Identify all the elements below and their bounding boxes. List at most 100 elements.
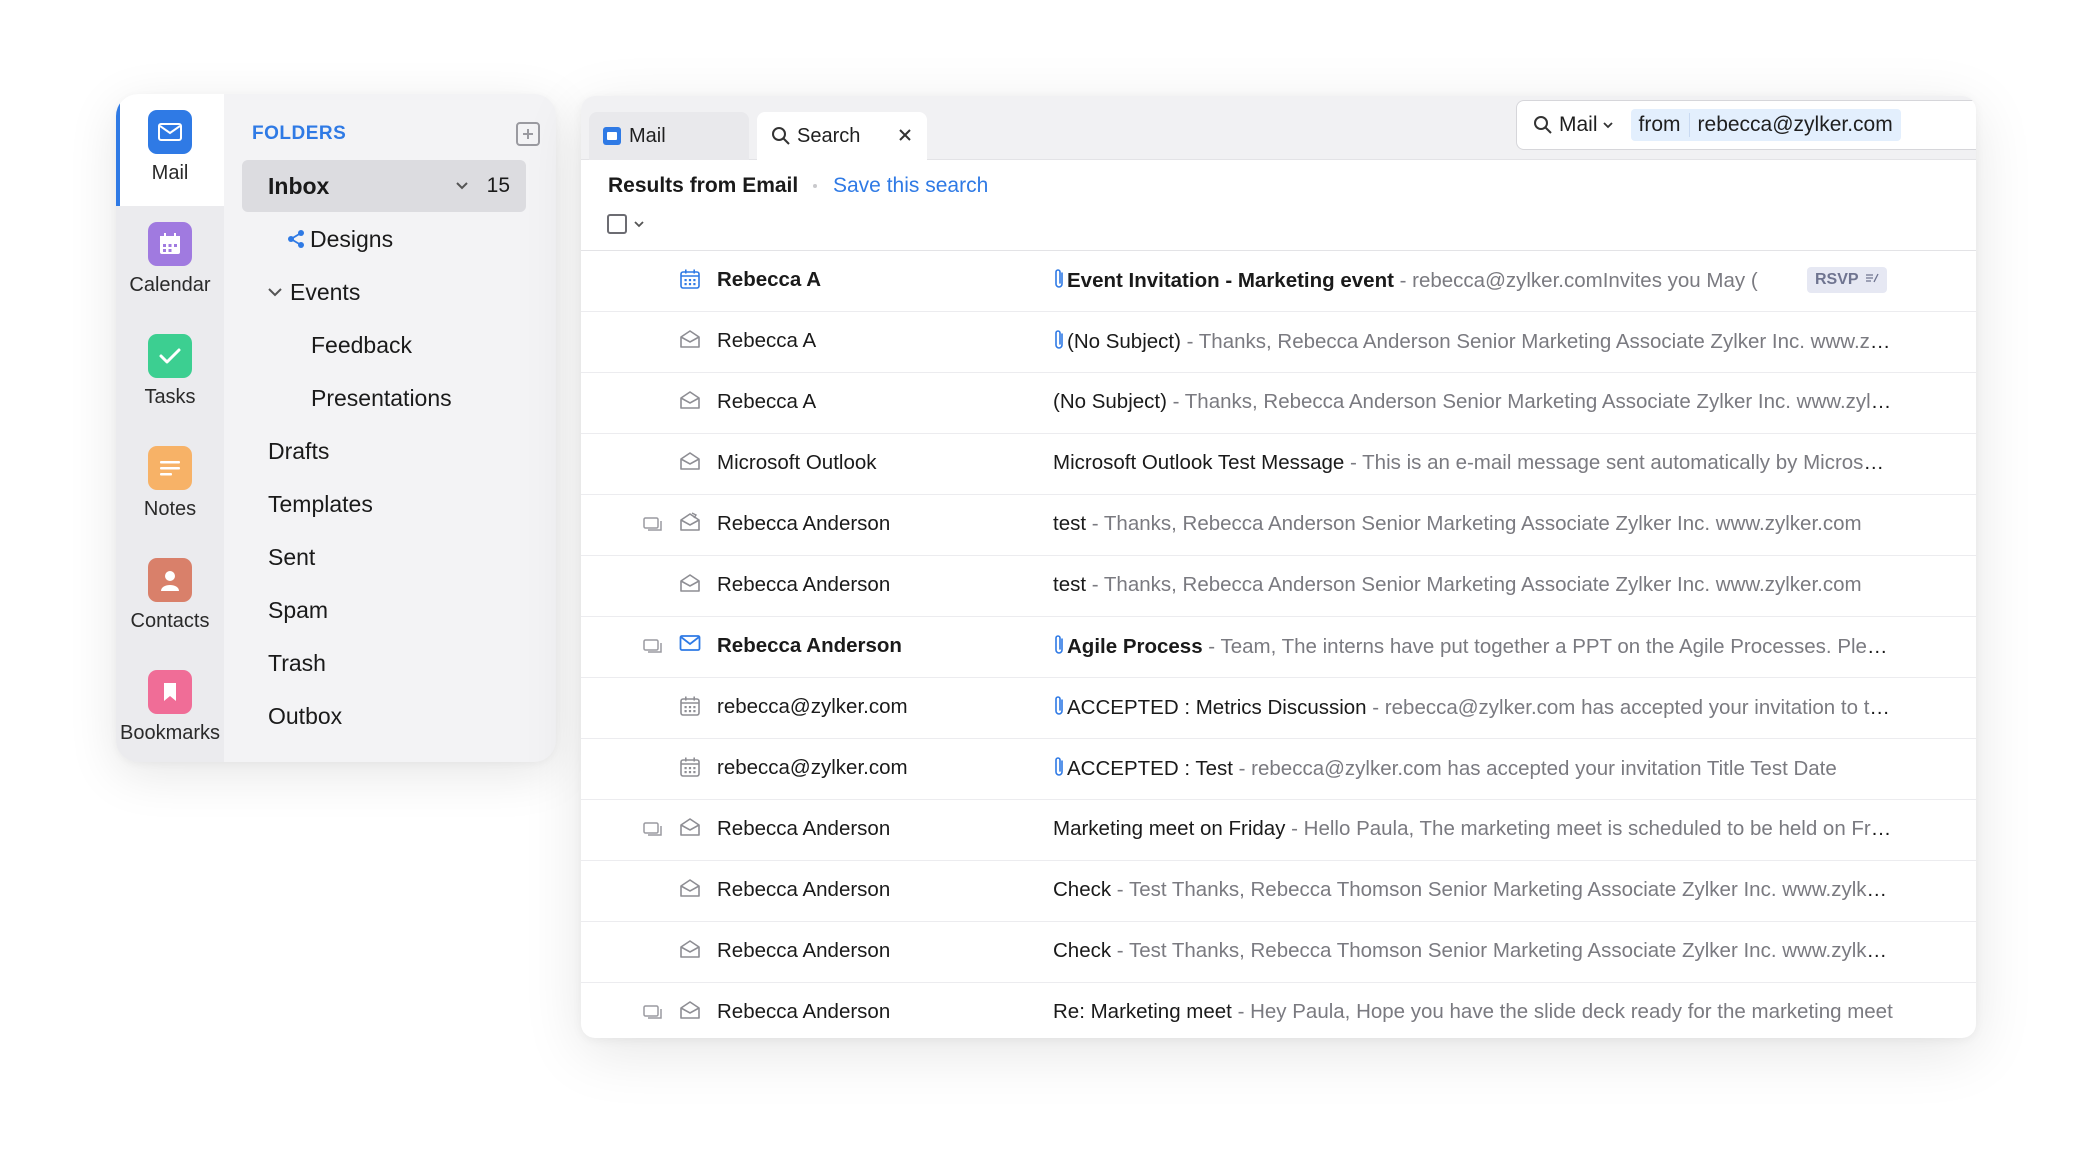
search-filter-chip[interactable]: from rebecca@zylker.com: [1630, 109, 1901, 141]
mail-sender: Rebecca A: [717, 268, 822, 291]
mail-sender: Rebecca Anderson: [717, 573, 891, 596]
folder-designs-label: Designs: [310, 225, 394, 252]
mail-row[interactable]: rebecca@zylker.com ACCEPTED : Metrics Dis…: [581, 678, 1976, 739]
tab-search-label: Search: [797, 124, 861, 147]
folder-events[interactable]: Events: [266, 266, 526, 318]
envelope-open-icon: [679, 390, 701, 416]
edit-icon: [1865, 271, 1879, 289]
mail-sender: Rebecca Anderson: [717, 817, 891, 840]
mail-row[interactable]: Microsoft Outlook Microsoft Outlook Test …: [581, 434, 1976, 495]
folder-feedback[interactable]: Feedback: [311, 319, 526, 371]
mail-preview: - Thanks, Rebecca Anderson Senior Market…: [1086, 573, 1862, 596]
folder-outbox[interactable]: Outbox: [268, 690, 526, 742]
rsvp-button[interactable]: RSVP: [1807, 267, 1887, 293]
chevron-down-icon[interactable]: [454, 178, 470, 194]
mail-preview: - Hello Paula, The marketing meet is sch…: [1285, 817, 1893, 840]
paperclip-icon: [1053, 756, 1065, 784]
app-mail-label: Mail: [151, 162, 189, 184]
checkbox[interactable]: [607, 214, 627, 234]
app-notes[interactable]: Notes: [116, 430, 224, 542]
mail-panel: Mail Search Mail from rebecca@zylker.com…: [581, 96, 1976, 1038]
mail-summary: Agile Process - Team, The interns have p…: [1053, 634, 1893, 662]
mail-preview: - Team, The interns have put together a …: [1202, 635, 1893, 658]
chevron-down-icon: [1602, 122, 1613, 129]
search-scope-dropdown[interactable]: Mail: [1517, 113, 1615, 137]
folder-drafts[interactable]: Drafts: [268, 425, 526, 477]
folder-spam[interactable]: Spam: [268, 584, 526, 636]
app-calendar[interactable]: Calendar: [116, 206, 224, 318]
notes-icon: [148, 446, 192, 490]
mail-subject: Marketing meet on Friday: [1053, 817, 1286, 840]
add-folder-icon[interactable]: [516, 122, 540, 146]
mail-icon: [603, 127, 621, 145]
envelope-icon: [679, 634, 701, 658]
calendar-icon: [148, 222, 192, 266]
mail-row[interactable]: Rebecca Anderson Check - Test Thanks, Reb…: [581, 861, 1976, 922]
folder-presentations[interactable]: Presentations: [311, 372, 526, 424]
mail-row[interactable]: Rebecca Anderson Check - Test Thanks, Reb…: [581, 922, 1976, 983]
tab-search[interactable]: Search: [757, 112, 927, 160]
envelope-open-icon: [679, 329, 701, 355]
mail-row[interactable]: Rebecca A (No Subject) - Thanks, Rebecca …: [581, 373, 1976, 434]
mail-sender: Rebecca Anderson: [717, 939, 891, 962]
save-search-link[interactable]: Save this search: [833, 174, 988, 198]
mail-row[interactable]: Rebecca Anderson Agile Process - Team, Th…: [581, 617, 1976, 678]
mail-subject: Event Invitation - Marketing event: [1067, 269, 1394, 292]
select-all-checkbox[interactable]: [607, 214, 645, 234]
envelope-open-icon: [679, 451, 701, 477]
calendar-icon: [679, 756, 701, 784]
app-bookmarks[interactable]: Bookmarks: [116, 654, 224, 762]
mail-row[interactable]: Rebecca Anderson test - Thanks, Rebecca A…: [581, 556, 1976, 617]
mail-summary: (No Subject) - Thanks, Rebecca Anderson …: [1053, 329, 1893, 357]
mail-sender: Rebecca A: [717, 390, 817, 413]
paperclip-icon: [1053, 695, 1065, 723]
close-icon[interactable]: [897, 127, 913, 143]
search-filter-key: from: [1639, 113, 1690, 137]
app-rail: Mail Calendar Tasks Notes Contacts Bookm…: [116, 94, 224, 762]
mail-row[interactable]: Rebecca Anderson test - Thanks, Rebecca A…: [581, 495, 1976, 556]
tab-mail-label: Mail: [629, 124, 666, 147]
app-contacts[interactable]: Contacts: [116, 542, 224, 654]
folder-sent[interactable]: Sent: [268, 531, 526, 583]
calendar-icon: [679, 695, 701, 723]
thread-icon[interactable]: [643, 515, 663, 539]
mail-summary: test - Thanks, Rebecca Anderson Senior M…: [1053, 512, 1893, 536]
search-icon: [1534, 116, 1552, 134]
tab-mail[interactable]: Mail: [589, 112, 749, 160]
app-tasks[interactable]: Tasks: [116, 318, 224, 430]
mail-summary: (No Subject) - Thanks, Rebecca Anderson …: [1053, 390, 1893, 414]
mail-subject: (No Subject): [1067, 330, 1181, 353]
mail-preview: - Hey Paula, Hope you have the slide dec…: [1231, 1000, 1893, 1023]
folder-trash[interactable]: Trash: [268, 637, 526, 689]
chevron-down-icon[interactable]: [266, 283, 284, 301]
person-icon: [148, 558, 192, 602]
mail-summary: Marketing meet on Friday - Hello Paula, …: [1053, 817, 1893, 841]
app-tasks-label: Tasks: [144, 386, 196, 408]
mail-row[interactable]: Rebecca Anderson Re: Marketing meet - Hey…: [581, 983, 1976, 1038]
folder-designs[interactable]: Designs: [286, 213, 526, 265]
folder-events-label: Events: [290, 278, 361, 305]
thread-icon[interactable]: [643, 1003, 663, 1027]
mail-sender: rebecca@zylker.com: [717, 695, 908, 718]
mail-summary: Check - Test Thanks, Rebecca Thomson Sen…: [1053, 878, 1893, 902]
folder-templates[interactable]: Templates: [268, 478, 526, 530]
mail-row[interactable]: Rebecca A Event Invitation - Marketing ev…: [581, 251, 1976, 312]
search-input[interactable]: Mail from rebecca@zylker.com: [1516, 100, 1976, 150]
mail-sender: Rebecca Anderson: [717, 634, 902, 657]
thread-icon[interactable]: [643, 820, 663, 844]
mail-row[interactable]: Rebecca A (No Subject) - Thanks, Rebecca …: [581, 312, 1976, 373]
mail-row[interactable]: rebecca@zylker.com ACCEPTED : Test - rebe…: [581, 739, 1976, 800]
mail-row[interactable]: Rebecca Anderson Marketing meet on Friday…: [581, 800, 1976, 861]
mail-sender: Rebecca Anderson: [717, 512, 891, 535]
folder-inbox[interactable]: Inbox 15: [242, 160, 526, 212]
chevron-down-icon[interactable]: [633, 218, 645, 230]
thread-icon[interactable]: [643, 637, 663, 661]
paperclip-icon: [1053, 329, 1065, 357]
mail-sender: Microsoft Outlook: [717, 451, 877, 474]
app-calendar-label: Calendar: [129, 274, 211, 296]
app-contacts-label: Contacts: [130, 610, 210, 632]
folder-templates-label: Templates: [268, 490, 373, 517]
app-notes-label: Notes: [143, 498, 197, 520]
mail-subject: Microsoft Outlook Test Message: [1053, 451, 1345, 474]
app-mail[interactable]: Mail: [116, 94, 224, 206]
